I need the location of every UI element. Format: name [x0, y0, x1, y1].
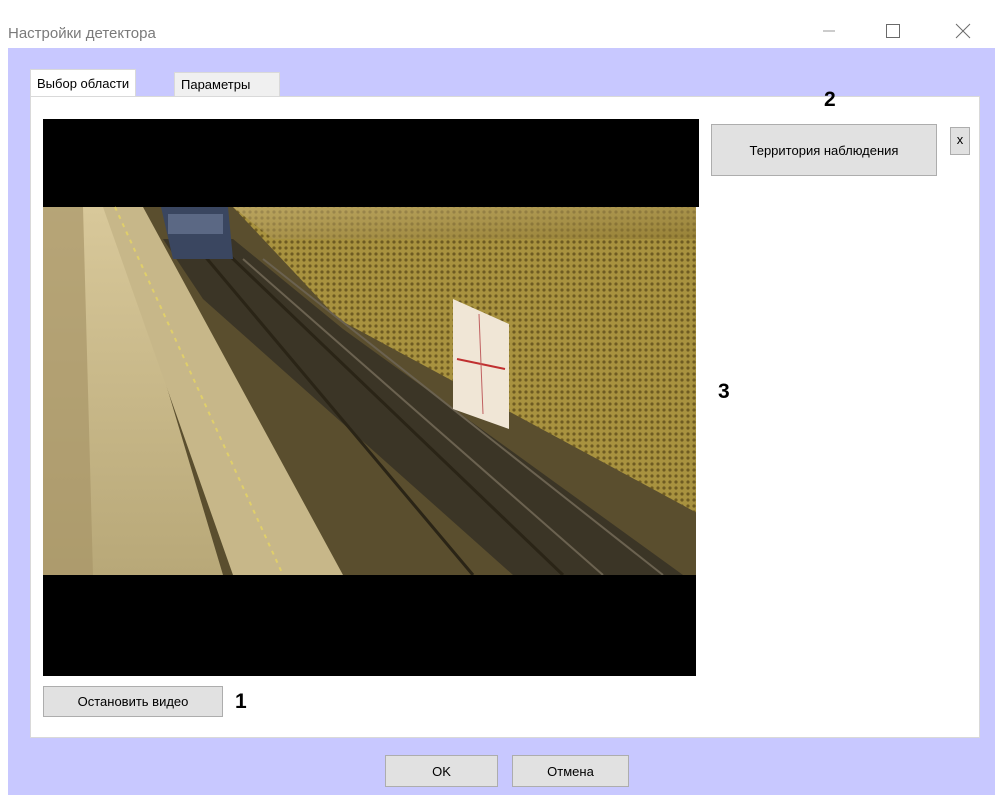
ok-button[interactable]: OK [385, 755, 498, 787]
maximize-icon [885, 23, 901, 42]
surveillance-zone-button[interactable]: Территория наблюдения [711, 124, 937, 176]
camera-frame-image [43, 119, 699, 676]
stop-video-button[interactable]: Остановить видео [43, 686, 223, 717]
tab-parameters[interactable]: Параметры [174, 72, 280, 96]
video-preview[interactable] [43, 119, 699, 676]
close-icon [954, 22, 972, 43]
callout-2: 2 [824, 88, 836, 111]
delete-zone-button[interactable]: x [950, 127, 970, 155]
window-title: Настройки детектора [8, 25, 156, 42]
cancel-button[interactable]: Отмена [512, 755, 629, 787]
callout-3: 3 [718, 380, 730, 403]
maximize-button[interactable] [870, 14, 916, 50]
minimize-button[interactable] [806, 14, 852, 50]
tab-area-selection[interactable]: Выбор области [30, 69, 137, 96]
callout-1: 1 [235, 690, 247, 713]
title-bar: Настройки детектора [0, 6, 995, 54]
minimize-icon [822, 24, 836, 41]
close-button[interactable] [940, 14, 986, 50]
